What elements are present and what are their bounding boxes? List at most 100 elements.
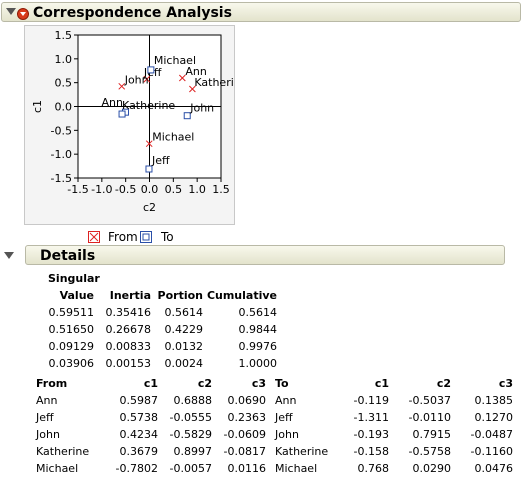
correspondence-plot[interactable]: -1.5 -1.0 -0.5 0.0 0.5 1.0 1.51.51.00.50.0-0.5… (25, 26, 248, 224)
table-cell: 0.51650 (48, 323, 95, 336)
details-header[interactable]: Details (4, 245, 505, 265)
x-axis-label: c2 (143, 201, 156, 214)
table-cell: -0.193 (353, 428, 389, 441)
table-cell: 0.0116 (227, 462, 267, 475)
column-header[interactable]: From (36, 375, 102, 392)
x-tick-label: 1.5 (212, 183, 230, 196)
red-triangle-menu-icon[interactable] (17, 8, 29, 20)
table-cell: -1.311 (353, 411, 389, 424)
singular-label: Singular (48, 272, 100, 285)
plot-frame: -1.5 -1.0 -0.5 0.0 0.5 1.0 1.5 1.5 1.0 0.5 0.0 -0.5… (24, 25, 248, 225)
column-header[interactable]: c2 (389, 375, 451, 392)
table-cell: -0.0555 (169, 411, 212, 424)
correspondence-analysis-header[interactable]: Correspondence Analysis (1, 2, 521, 22)
collapse-triangle-icon[interactable] (4, 252, 14, 259)
table-cell: -0.158 (353, 445, 389, 458)
column-header[interactable]: Value (46, 287, 94, 304)
table-row: 0.09129 0.00833 0.0132 0.9976 (46, 338, 278, 355)
column-header[interactable]: c1 (345, 375, 389, 392)
column-header[interactable]: c1 (102, 375, 158, 392)
table-cell: 0.0476 (474, 462, 514, 475)
table-cell: Ann (275, 394, 297, 407)
table-cell: 0.8997 (173, 445, 213, 458)
from-coordinates-table: From c1 c2 c3 Ann 0.5987 0.6888 0.0690 Jeff 0.57… (36, 375, 266, 477)
column-header[interactable]: Portion (151, 287, 203, 304)
section-title: Details (40, 248, 96, 264)
table-cell: Ann (36, 394, 58, 407)
table-cell: 0.5987 (119, 394, 159, 407)
table-cell: 0.3679 (119, 445, 159, 458)
y-tick-label: 1.5 (55, 29, 73, 42)
table-cell: -0.0057 (169, 462, 212, 475)
table-cell: 0.7915 (412, 428, 452, 441)
table-cell: -0.0110 (408, 411, 451, 424)
section-title: Correspondence Analysis (33, 5, 232, 21)
table-row: Michael 0.768 0.0290 0.0476 (275, 460, 513, 477)
x-marker-icon (88, 231, 100, 243)
table-cell: John (36, 428, 60, 441)
singular-value-table: Value Inertia Portion Cumulative 0.59511 0.3… (46, 287, 278, 372)
table-cell: -0.5037 (408, 394, 451, 407)
legend-label-to: To (161, 230, 174, 244)
point-label: Michael (154, 54, 196, 67)
table-cell: 0.00833 (105, 340, 152, 353)
table-cell: 1.0000 (238, 357, 278, 370)
table-cell: 0.2363 (227, 411, 267, 424)
table-cell: Michael (275, 462, 318, 475)
table-row: John -0.193 0.7915 -0.0487 (275, 426, 513, 443)
table-cell: 0.59511 (48, 306, 95, 319)
table-cell: Katherine (275, 445, 329, 458)
x-tick-label: 0.5 (165, 183, 183, 196)
table-cell: 0.4229 (164, 323, 204, 336)
table-cell: 0.9844 (238, 323, 278, 336)
table-cell: 0.6888 (173, 394, 213, 407)
point-label: Ann (101, 96, 122, 109)
table-cell: 0.5614 (238, 306, 278, 319)
table-cell: John (275, 428, 299, 441)
square-marker-icon (140, 231, 152, 243)
table-cell: 0.9976 (238, 340, 278, 353)
x-tick-label: -1.0 (91, 183, 112, 196)
legend-label-from: From (108, 230, 138, 244)
table-cell: 0.5614 (164, 306, 204, 319)
table-cell: 0.0132 (164, 340, 204, 353)
y-tick-label: -1.5 (51, 172, 72, 185)
column-header[interactable]: Cumulative (203, 287, 277, 304)
table-cell: -0.119 (353, 394, 389, 407)
table-cell: Michael (36, 462, 79, 475)
table-row: Katherine -0.158 -0.5758 -0.1160 (275, 443, 513, 460)
table-row: Katherine 0.3679 0.8997 -0.0817 (36, 443, 266, 460)
table-cell: 0.0290 (412, 462, 452, 475)
collapse-triangle-icon[interactable] (6, 8, 16, 15)
x-tick-label: 0.0 (141, 183, 159, 196)
x-tick-label: -0.5 (115, 183, 136, 196)
point-label: John (189, 102, 214, 115)
table-cell: -0.0487 (470, 428, 513, 441)
table-row: Michael -0.7802 -0.0057 0.0116 (36, 460, 266, 477)
table-row: Ann 0.5987 0.6888 0.0690 (36, 392, 266, 409)
data-point-to (147, 66, 155, 74)
column-header[interactable]: c3 (451, 375, 513, 392)
table-cell: 0.26678 (105, 323, 152, 336)
table-cell: 0.0690 (227, 394, 267, 407)
column-header[interactable]: c3 (212, 375, 266, 392)
column-header[interactable]: To (275, 375, 345, 392)
y-tick-label: 1.0 (55, 53, 73, 66)
point-label: Jeff (151, 154, 170, 167)
column-header[interactable]: Inertia (94, 287, 151, 304)
table-cell: -0.1160 (470, 445, 513, 458)
column-header[interactable]: c2 (158, 375, 212, 392)
table-cell: 0.768 (357, 462, 390, 475)
y-tick-label: 0.5 (55, 77, 73, 90)
table-row: 0.51650 0.26678 0.4229 0.9844 (46, 321, 278, 338)
table-cell: -0.0609 (223, 428, 266, 441)
table-cell: 0.1270 (474, 411, 514, 424)
table-row: Ann -0.119 -0.5037 0.1385 (275, 392, 513, 409)
table-cell: -0.0817 (223, 445, 266, 458)
table-row: Jeff 0.5738 -0.0555 0.2363 (36, 409, 266, 426)
table-cell: Katherine (36, 445, 90, 458)
table-cell: 0.1385 (474, 394, 514, 407)
table-cell: 0.5738 (119, 411, 159, 424)
y-tick-label: -1.0 (51, 148, 72, 161)
table-cell: -0.7802 (115, 462, 158, 475)
